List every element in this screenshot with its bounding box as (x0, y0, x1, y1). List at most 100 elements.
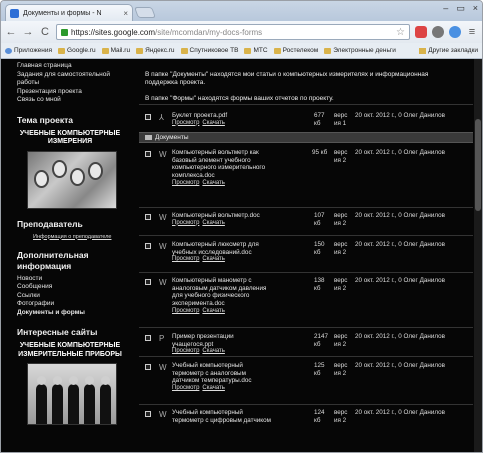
file-size: 677 кб (314, 112, 325, 127)
bookmarks-bar: Приложения Google.ru Mail.ru Яндекс.ru С… (1, 43, 482, 59)
file-title-link[interactable]: Компьютерный люксметр для учебных исслед… (172, 241, 272, 256)
view-link[interactable]: Просмотр (172, 180, 199, 186)
folder-icon (244, 47, 252, 54)
file-version: верс ия 2 (334, 149, 348, 164)
new-tab-button[interactable] (133, 7, 157, 18)
download-link[interactable]: Скачать (202, 256, 225, 262)
view-link[interactable]: Просмотр (172, 220, 199, 226)
divider (139, 327, 473, 328)
intro-text: В папке "Документы" находятся мои статьи… (145, 63, 460, 103)
view-link[interactable]: Просмотр (172, 308, 199, 314)
file-checkbox[interactable] (145, 151, 151, 157)
window-controls: – ▭ × (443, 3, 478, 14)
file-checkbox[interactable] (145, 243, 151, 249)
apps-icon (5, 47, 12, 54)
bookmark-label: Яндекс.ru (145, 47, 175, 54)
back-button[interactable]: ← (5, 26, 17, 38)
word-icon: W (159, 213, 167, 222)
sidebar-link-links[interactable]: Ссылки (17, 292, 123, 301)
file-title-link[interactable]: Пример презентации учащегося.ppt (172, 333, 272, 348)
file-size: 124 кб (314, 409, 325, 424)
bookmark-other[interactable]: Другие закладки (419, 47, 478, 54)
file-title-link[interactable]: Буклет проекта.pdf (172, 112, 272, 120)
file-size: 125 кб (314, 362, 325, 377)
bookmark-emoney[interactable]: Электронные деньги (324, 47, 396, 54)
page-scrollbar[interactable] (474, 59, 482, 452)
download-link[interactable]: Скачать (202, 180, 225, 186)
file-version: верс ия 2 (334, 212, 348, 227)
sidebar-link-news[interactable]: Новости (17, 275, 123, 284)
sidebar-link-contact[interactable]: Связь со мной (17, 96, 123, 105)
file-checkbox[interactable] (145, 335, 151, 341)
view-link[interactable]: Просмотр (172, 256, 199, 262)
file-checkbox[interactable] (145, 114, 151, 120)
person (36, 376, 47, 424)
file-checkbox[interactable] (145, 279, 151, 285)
file-actions: Просмотр Скачать (172, 385, 272, 393)
file-row: W Компьютерный вольтметр как базовый эле… (139, 149, 473, 186)
sidebar-link-presentation[interactable]: Презентация проекта (17, 88, 123, 97)
file-title-link[interactable]: Компьютерный вольтметр как базовый элеме… (172, 149, 272, 180)
account-icon[interactable] (449, 26, 461, 38)
bookmark-sattv[interactable]: Спутниковое ТВ (180, 47, 239, 54)
sites-title: УЧЕБНЫЕ КОМПЬЮТЕРНЫЕ ИЗМЕРИТЕЛЬНЫЕ ПРИБО… (18, 342, 122, 358)
gmail-extension-icon[interactable] (415, 26, 427, 38)
view-link[interactable]: Просмотр (172, 348, 199, 354)
file-title-link[interactable]: Компьютерный вольтметр.doc (172, 212, 272, 220)
maximize-button[interactable]: ▭ (456, 3, 465, 14)
close-tab-icon[interactable]: × (123, 9, 128, 18)
forward-button[interactable]: → (22, 26, 34, 38)
menu-icon[interactable]: ≡ (466, 26, 478, 38)
sidebar-link-messages[interactable]: Сообщения (17, 283, 123, 292)
download-link[interactable]: Скачать (202, 385, 225, 391)
bookmark-label: Электронные деньги (333, 47, 396, 54)
sidebar-link-photos[interactable]: Фотографии (17, 300, 123, 309)
file-title-link[interactable]: Компьютерный манометр с аналоговым датчи… (172, 277, 272, 308)
bookmark-label: Ростелеком (282, 47, 319, 54)
download-link[interactable]: Скачать (202, 220, 225, 226)
teacher-info-link[interactable]: Информация о преподавателе (33, 234, 123, 240)
scrollbar-thumb[interactable] (475, 119, 481, 211)
file-checkbox[interactable] (145, 411, 151, 417)
person (68, 376, 79, 424)
tab-active[interactable]: Документы и формы - N × (5, 4, 133, 21)
download-link[interactable]: Скачать (202, 120, 225, 126)
reload-button[interactable]: C (39, 26, 51, 38)
sidebar-link-docs[interactable]: Документы и формы (17, 309, 123, 318)
divider (139, 356, 473, 357)
file-checkbox[interactable] (145, 364, 151, 370)
bookmark-mts[interactable]: МТС (244, 47, 268, 54)
sidebar-link-tasks[interactable]: Задания для самостоятельной работы (17, 71, 123, 88)
folder-header-docs[interactable]: Документы (139, 132, 473, 143)
divider (139, 104, 473, 105)
bookmark-google[interactable]: Google.ru (58, 47, 96, 54)
download-link[interactable]: Скачать (202, 348, 225, 354)
bookmark-yandex[interactable]: Яндекс.ru (136, 47, 175, 54)
students-photo (27, 150, 117, 209)
minimize-button[interactable]: – (443, 3, 448, 14)
file-checkbox[interactable] (145, 214, 151, 220)
face (52, 159, 67, 178)
view-link[interactable]: Просмотр (172, 385, 199, 391)
address-bar[interactable]: https://sites.google.com/site/mcomdan/my… (56, 24, 410, 40)
file-modified: 20 окт. 2012 г., 0 Олег Данилов (355, 333, 445, 340)
close-window-button[interactable]: × (473, 3, 478, 14)
url-text: https://sites.google.com/site/mcomdan/my… (71, 28, 262, 37)
bookmark-other-label: Другие закладки (428, 47, 478, 54)
file-size: 2147 кб (314, 333, 329, 348)
extra-info-heading: Дополнительная информация (17, 249, 89, 271)
team-photo (27, 363, 117, 425)
folder-icon (58, 47, 66, 54)
bookmark-star-icon[interactable]: ☆ (396, 27, 405, 38)
download-link[interactable]: Скачать (202, 308, 225, 314)
bookmark-apps[interactable]: Приложения (5, 47, 52, 54)
bookmark-rostelecom[interactable]: Ростелеком (273, 47, 319, 54)
extension-icon[interactable] (432, 26, 444, 38)
bookmark-label: Спутниковое ТВ (189, 47, 239, 54)
sidebar-link-home[interactable]: Главная страница (17, 62, 123, 71)
file-title-link[interactable]: Учебный компьютерный термометр с цифровы… (172, 409, 272, 424)
file-title-link[interactable]: Учебный компьютерный термометр с аналого… (172, 362, 272, 385)
bookmark-mail[interactable]: Mail.ru (101, 47, 130, 54)
view-link[interactable]: Просмотр (172, 120, 199, 126)
bookmark-label: Google.ru (67, 47, 96, 54)
